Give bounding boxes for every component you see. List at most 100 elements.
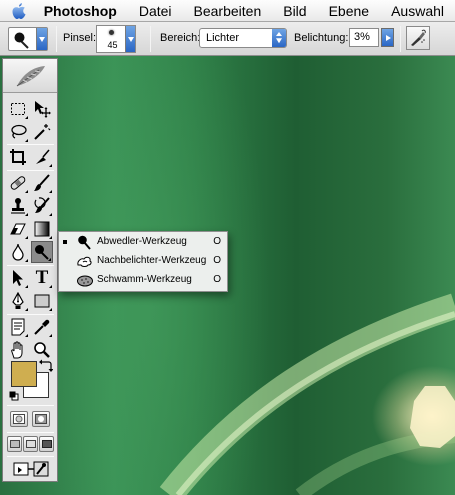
- tool-group-indicator: [25, 259, 28, 262]
- menu-bearbeiten[interactable]: Bearbeiten: [183, 0, 273, 22]
- lasso-tool[interactable]: [7, 121, 29, 143]
- options-divider: [150, 26, 151, 52]
- tool-group-indicator: [49, 285, 52, 288]
- blur-drop-icon: [12, 243, 24, 261]
- flyout-item-label: Nachbelichter-Werkzeug: [97, 255, 207, 266]
- tool-preset-picker[interactable]: [8, 27, 48, 51]
- options-divider: [400, 26, 401, 52]
- dodge-tool[interactable]: [31, 241, 53, 263]
- tool-group-indicator: [25, 190, 28, 193]
- toolbox-separator: [7, 405, 54, 406]
- jump-to-imageready-button[interactable]: [9, 458, 53, 480]
- flyout-item-shortcut: O: [213, 255, 221, 266]
- eraser-icon: [10, 223, 26, 235]
- crop-tool[interactable]: [7, 146, 29, 168]
- tool-group-indicator: [25, 139, 28, 142]
- screen-mode-full-button[interactable]: [39, 436, 54, 452]
- dodge-tool-icon: [14, 32, 29, 49]
- airbrush-button[interactable]: [406, 26, 430, 50]
- range-select[interactable]: Lichter: [199, 28, 287, 48]
- flyout-item-burn[interactable]: Nachbelichter-Werkzeug O: [59, 252, 227, 271]
- menu-bild[interactable]: Bild: [272, 0, 317, 22]
- gradient-tool[interactable]: [31, 218, 53, 240]
- menu-ebene[interactable]: Ebene: [318, 0, 380, 22]
- hand-tool[interactable]: [7, 339, 29, 361]
- tool-group-indicator: [25, 236, 28, 239]
- tool-group-indicator: [49, 190, 52, 193]
- quick-mask-button[interactable]: [32, 411, 50, 427]
- crop-icon: [10, 149, 26, 165]
- tool-group-indicator: [25, 334, 28, 337]
- path-selection-tool[interactable]: [7, 267, 29, 289]
- healing-brush-tool[interactable]: [7, 172, 29, 194]
- exposure-slider-arrow[interactable]: [381, 28, 394, 47]
- feather-logo-icon: [16, 66, 45, 87]
- marquee-tool[interactable]: [7, 98, 29, 120]
- brush-preview-icon: [109, 30, 114, 35]
- range-select-arrow[interactable]: [272, 29, 286, 47]
- clone-stamp-tool[interactable]: [7, 195, 29, 217]
- move-icon: [35, 101, 51, 118]
- swap-colors-icon[interactable]: [39, 359, 53, 373]
- brush-picker[interactable]: 45: [96, 25, 136, 53]
- gradient-icon: [34, 221, 50, 237]
- marquee-icon: [11, 103, 25, 115]
- standard-mode-icon: [13, 414, 25, 424]
- selected-checkmark-icon: [63, 240, 67, 244]
- flyout-item-dodge[interactable]: Abwedler-Werkzeug O: [59, 233, 227, 252]
- airbrush-icon: [411, 29, 426, 46]
- arrow-cursor-icon: [13, 270, 23, 286]
- screen-black-icon: [41, 440, 52, 448]
- zoom-tool[interactable]: [31, 339, 53, 361]
- tool-group-indicator: [25, 308, 28, 311]
- apple-logo-icon[interactable]: [0, 0, 38, 22]
- tool-options-bar: Pinsel: 45 Bereich: Lichter Belichtung: …: [0, 22, 455, 56]
- flyout-item-label: Abwedler-Werkzeug: [97, 236, 187, 247]
- menu-datei[interactable]: Datei: [128, 0, 183, 22]
- toolbox-separator: [7, 265, 54, 266]
- menu-auswahl[interactable]: Auswahl: [380, 0, 455, 22]
- screen-mode-fullmenu-button[interactable]: [23, 436, 38, 452]
- brush-tool[interactable]: [31, 172, 53, 194]
- tool-group-indicator: [49, 308, 52, 311]
- tool-group-indicator: [49, 236, 52, 239]
- brush-label: Pinsel:: [63, 32, 97, 44]
- move-tool[interactable]: [31, 98, 53, 120]
- toolbox-separator: [7, 170, 54, 171]
- flyout-item-sponge[interactable]: Schwamm-Werkzeug O: [59, 271, 227, 290]
- pen-tool[interactable]: [7, 290, 29, 312]
- toolbox-panel: T: [2, 58, 58, 482]
- menu-app-photoshop[interactable]: Photoshop: [38, 0, 128, 22]
- eyedropper-tool[interactable]: [31, 316, 53, 338]
- exposure-label: Belichtung:: [294, 32, 349, 44]
- magic-wand-tool[interactable]: [31, 121, 53, 143]
- slice-tool[interactable]: [31, 146, 53, 168]
- tool-group-indicator: [49, 164, 52, 167]
- tool-group-indicator: [25, 285, 28, 288]
- burn-icon: [77, 256, 92, 267]
- toolbox-separator: [7, 432, 54, 433]
- brush-picker-arrow[interactable]: [125, 26, 135, 52]
- type-tool[interactable]: T: [31, 267, 53, 289]
- tool-preset-arrow[interactable]: [36, 28, 47, 50]
- type-tool-glyph: T: [35, 267, 49, 288]
- foreground-color-swatch[interactable]: [11, 361, 37, 387]
- dodge-icon: [78, 235, 91, 250]
- range-select-value: Lichter: [206, 32, 240, 44]
- eraser-tool[interactable]: [7, 218, 29, 240]
- blur-tool[interactable]: [7, 241, 29, 263]
- exposure-field[interactable]: 3%: [349, 28, 379, 47]
- flyout-item-shortcut: O: [213, 236, 221, 247]
- history-brush-tool[interactable]: [31, 195, 53, 217]
- rectangle-tool[interactable]: [31, 290, 53, 312]
- toolbox-header[interactable]: [3, 59, 57, 93]
- standard-mode-button[interactable]: [10, 411, 28, 427]
- toolbox-separator: [7, 314, 54, 315]
- default-colors-icon[interactable]: [9, 391, 19, 401]
- notes-tool[interactable]: [7, 316, 29, 338]
- menu-bar: Photoshop Datei Bearbeiten Bild Ebene Au…: [0, 0, 455, 22]
- screen-mode-standard-button[interactable]: [7, 436, 22, 452]
- tool-group-indicator: [48, 258, 51, 261]
- quick-mask-icon: [35, 414, 47, 424]
- sponge-icon: [77, 275, 93, 287]
